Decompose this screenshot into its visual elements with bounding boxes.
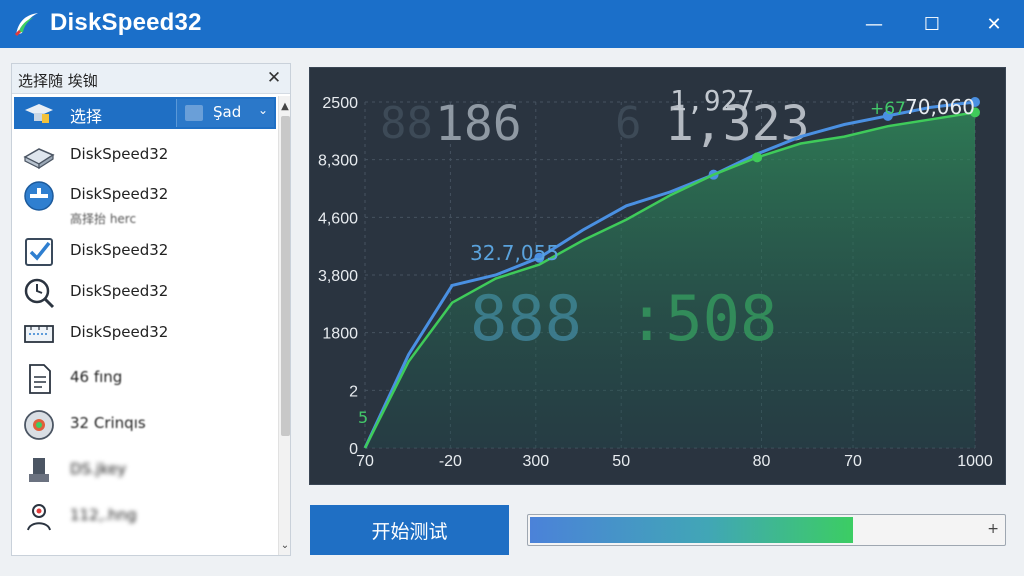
maximize-button[interactable]: ☐	[918, 10, 946, 38]
disk-circle-icon	[24, 181, 54, 211]
list-item-label: 112,.hng	[70, 506, 137, 524]
x-tick-label: -20	[439, 453, 462, 470]
test-progress-bar: +	[527, 514, 1006, 546]
document-icon	[29, 364, 51, 394]
device-icon	[29, 458, 49, 482]
selection-panel: 选择随 埃铷 ✕ 选择 Şad ⌄ DiskSpeed32 DiskSpeed3…	[11, 63, 291, 556]
chart-annotation: 70,060	[905, 95, 975, 119]
y-tick-label: 4,600	[318, 210, 358, 227]
plus-icon[interactable]: +	[987, 521, 999, 537]
readout-header: 1,927	[670, 84, 754, 117]
maximize-icon: ☐	[923, 13, 941, 35]
minimize-icon: —	[865, 13, 883, 35]
list-item-label: 46 fıng	[70, 368, 123, 386]
x-tick-label: 70	[844, 453, 862, 470]
gauge-icon	[24, 410, 54, 440]
selected-item-dropdown[interactable]: Şad ⌄	[176, 99, 274, 127]
list-item-label: DiskSpeed32	[70, 145, 169, 163]
checkbox-icon	[25, 238, 53, 266]
title-bar: DiskSpeed32 — ☐ ✕	[0, 0, 1024, 48]
list-item[interactable]: DiskSpeed32	[14, 272, 276, 312]
list-item[interactable]: DS.jkey	[14, 450, 276, 490]
speed-chart-svg: 8861861,323888:5081,92732.7,055+6770,060…	[318, 84, 993, 470]
graduation-cap-icon	[25, 104, 53, 123]
scroll-down-icon[interactable]: ⌄	[279, 537, 291, 553]
list-item[interactable]: 46 fıng	[14, 358, 276, 398]
y-tick-label: 2500	[322, 95, 358, 112]
close-button[interactable]: ✕	[980, 10, 1008, 38]
list-item[interactable]: 32 Crinqıs	[14, 404, 276, 444]
faded-readout: 6	[615, 98, 642, 149]
list-item-sublabel: 高择抬 herc	[70, 212, 137, 226]
chart-annotation: +67	[870, 99, 906, 119]
green-series-area	[365, 112, 975, 449]
list-item-label: DiskSpeed32	[70, 185, 169, 203]
speed-chart: 8861861,323888:5081,92732.7,055+6770,060…	[309, 67, 1006, 485]
clock-search-icon	[24, 278, 55, 309]
y-tick-label: 8,300	[318, 153, 358, 170]
list-item[interactable]: DiskSpeed32	[14, 135, 276, 175]
list-item[interactable]: DiskSpeed32	[14, 313, 276, 353]
list-item-label: DiskSpeed32	[70, 323, 169, 341]
big-readout: 186	[435, 96, 522, 152]
x-tick-label: 1000	[957, 453, 993, 470]
close-icon: ✕	[266, 68, 282, 88]
scroll-thumb[interactable]	[281, 116, 290, 436]
chevron-down-icon: ⌄	[257, 103, 268, 117]
scroll-up-icon[interactable]: ▲	[279, 98, 291, 114]
dropdown-value: Şad	[213, 103, 242, 121]
selected-list-item[interactable]: 选择 Şad ⌄	[14, 97, 276, 129]
panel-close-button[interactable]: ✕	[264, 68, 284, 88]
list-item-label: DiskSpeed32	[70, 241, 169, 259]
panel-scrollbar[interactable]: ▲ ⌄	[278, 96, 290, 555]
x-tick-label: 70	[356, 453, 374, 470]
x-tick-label: 80	[753, 453, 771, 470]
chart-annotation: 32.7,055	[470, 241, 559, 265]
x-tick-label: 50	[612, 453, 630, 470]
app-title: DiskSpeed32	[50, 9, 202, 36]
user-icon	[27, 504, 51, 531]
minimize-button[interactable]: —	[860, 10, 888, 38]
list-item-label: DS.jkey	[70, 460, 127, 478]
list-item-label: DiskSpeed32	[70, 282, 169, 300]
y-tick-label: 1800	[322, 326, 358, 343]
list-item-label: 32 Crinqıs	[70, 414, 146, 432]
list-item[interactable]: DiskSpeed32	[14, 231, 276, 271]
panel-title: 选择随 埃铷	[18, 72, 98, 90]
start-test-button[interactable]: 开始测试	[310, 505, 509, 555]
selected-item-label: 选择	[70, 107, 103, 126]
ruler-icon	[24, 325, 54, 343]
drive-icon	[23, 148, 55, 170]
green-series-point	[752, 152, 763, 163]
list-item[interactable]: DiskSpeed32 高择抬 herc	[14, 175, 276, 226]
chart-annotation: 5	[358, 408, 368, 427]
close-icon: ✕	[986, 13, 1002, 35]
list-item[interactable]: 112,.hng	[14, 496, 276, 536]
dropdown-swatch	[185, 105, 203, 121]
faded-readout: 88	[380, 98, 433, 149]
y-tick-label: 2	[349, 383, 358, 400]
y-tick-label: 3,800	[318, 268, 358, 285]
app-logo-icon	[14, 13, 38, 37]
progress-fill	[530, 517, 853, 543]
x-tick-label: 300	[522, 453, 549, 470]
panel-header: 选择随 埃铷 ✕	[12, 64, 290, 94]
